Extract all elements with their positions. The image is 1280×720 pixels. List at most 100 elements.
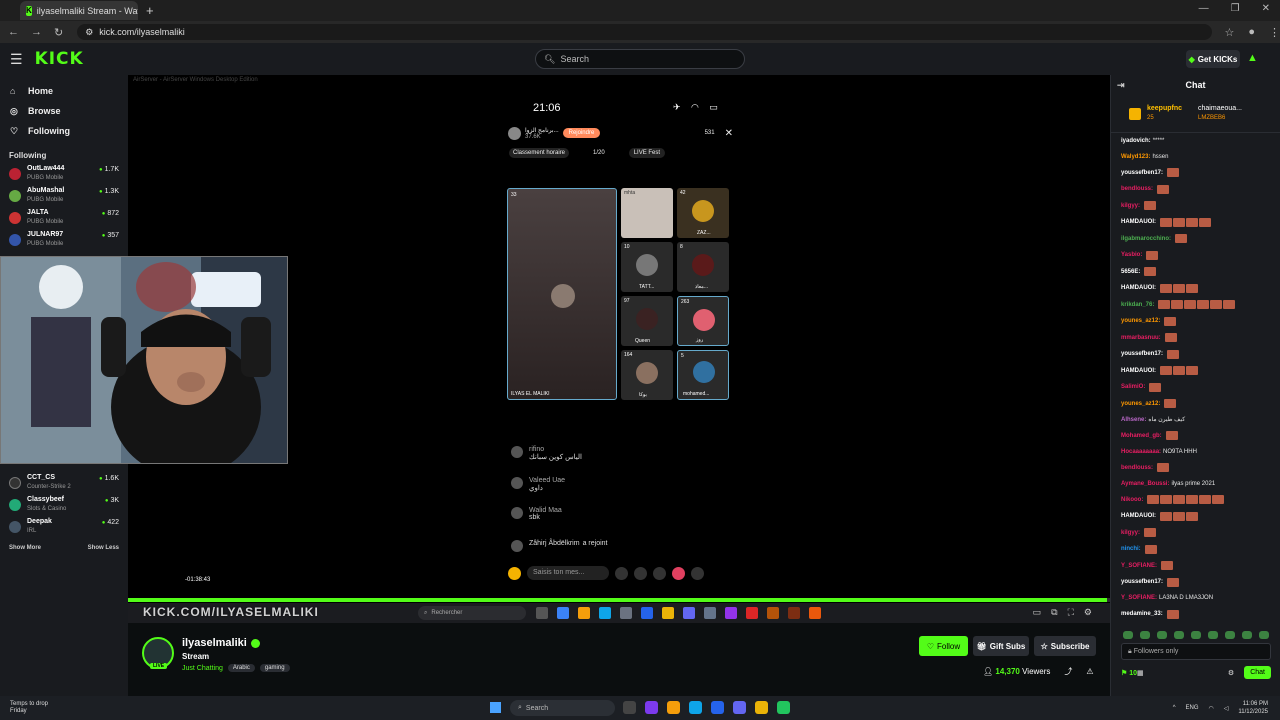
forward-icon[interactable]: →: [31, 26, 42, 38]
pip-icon[interactable]: ⧉: [1051, 607, 1057, 618]
chat-username[interactable]: HAMDAUOI:: [1121, 512, 1156, 520]
chat-username[interactable]: younes_az12:: [1121, 400, 1160, 408]
emote-icon[interactable]: [1140, 631, 1150, 639]
get-kicks-button[interactable]: ◆ Get KICKs: [1186, 50, 1240, 68]
collapse-chat-icon[interactable]: ⇥: [1117, 80, 1125, 91]
chat-username[interactable]: Nikooo:: [1121, 496, 1143, 504]
input-language[interactable]: ENG: [1186, 705, 1199, 711]
chat-username[interactable]: Walyd123:: [1121, 153, 1150, 161]
report-icon[interactable]: ⚠: [1086, 667, 1093, 676]
emote-icon[interactable]: [1157, 631, 1167, 639]
channel-points[interactable]: ⚑ 10: [1121, 669, 1137, 677]
minimize-icon[interactable]: —: [1199, 3, 1209, 14]
send-chat-button[interactable]: Chat: [1244, 666, 1271, 679]
emote-icon[interactable]: [1191, 631, 1201, 639]
close-icon[interactable]: ✕: [1262, 3, 1270, 14]
chat-username[interactable]: Y_SOFIANE:: [1121, 594, 1157, 602]
system-clock[interactable]: 11:06 PM 11/12/2025: [1238, 700, 1268, 716]
followed-channel[interactable]: AbuMashal PUBG Mobile 1.3K: [0, 186, 128, 208]
bookmark-star-icon[interactable]: ☆: [1224, 26, 1234, 39]
chat-input[interactable]: 🔒︎ Followers only: [1121, 643, 1271, 660]
chat-username[interactable]: iyadovich:: [1121, 137, 1151, 145]
chat-username[interactable]: Yasbio:: [1121, 251, 1142, 259]
maximize-icon[interactable]: ❐: [1231, 3, 1240, 14]
chat-username[interactable]: HAMDAUOI:: [1121, 284, 1156, 292]
kick-logo[interactable]: KICK: [35, 49, 84, 69]
task-view-icon[interactable]: [623, 701, 636, 714]
nav-browse[interactable]: ◎ Browse: [0, 101, 128, 121]
chat-username[interactable]: Y_SOFIANE:: [1121, 562, 1157, 570]
tray-chevron-icon[interactable]: ^: [1173, 705, 1176, 711]
back-icon[interactable]: ←: [8, 26, 19, 38]
followed-channel[interactable]: CCT_CS Counter-Strike 2 1.6K: [0, 473, 128, 495]
app-icon[interactable]: [733, 701, 746, 714]
show-less-button[interactable]: Show Less: [88, 545, 119, 551]
url-field[interactable]: ⚙ kick.com/ilyaselmaliki: [77, 24, 1213, 40]
file-explorer-icon[interactable]: [667, 701, 680, 714]
gift-subs-button[interactable]: 🎁︎ Gift Subs: [973, 636, 1029, 656]
edge-icon[interactable]: [689, 701, 702, 714]
chat-username[interactable]: ilgabmarocchino:: [1121, 235, 1171, 243]
share-icon[interactable]: ⤴: [1064, 666, 1072, 677]
emote-icon[interactable]: [1242, 631, 1252, 639]
followed-channel[interactable]: Deepak IRL 422: [0, 517, 128, 539]
followed-channel[interactable]: Classybeef Slots & Casino 3K: [0, 495, 128, 517]
chat-username[interactable]: kilgyy:: [1121, 202, 1140, 210]
chat-username[interactable]: Hocaaaaaaaa:: [1121, 448, 1161, 456]
chat-username[interactable]: bendlouss:: [1121, 464, 1153, 472]
app-icon[interactable]: [777, 701, 790, 714]
chat-username[interactable]: SalimiO:: [1121, 383, 1145, 391]
store-icon[interactable]: [711, 701, 724, 714]
chat-username[interactable]: bendlouss:: [1121, 185, 1153, 193]
second-gifter[interactable]: chaimaeoua... LMZBEB6: [1198, 104, 1242, 123]
nav-home[interactable]: ⌂ Home: [0, 81, 128, 101]
windows-search[interactable]: ⌕ Search: [510, 700, 615, 716]
chat-username[interactable]: ninchi:: [1121, 545, 1141, 553]
theater-mode-icon[interactable]: ▭: [1033, 607, 1042, 618]
weather-widget[interactable]: Temps to drop Friday: [10, 701, 48, 715]
progress-bar[interactable]: [128, 598, 1110, 602]
new-tab-icon[interactable]: +: [146, 3, 154, 18]
chat-settings-gear-icon[interactable]: ⚙: [1228, 669, 1234, 677]
chat-username[interactable]: krikdan_76:: [1121, 301, 1154, 309]
copilot-icon[interactable]: [645, 701, 658, 714]
chat-username[interactable]: younes_az12:: [1121, 317, 1160, 325]
wifi-icon[interactable]: ◠: [1209, 705, 1214, 712]
browser-tab[interactable]: K ilyaselmaliki Stream - Wat...: [20, 1, 138, 20]
fullscreen-icon[interactable]: ⛶: [1068, 607, 1074, 618]
emote-icon[interactable]: [1259, 631, 1269, 639]
chat-username[interactable]: medamine_33:: [1121, 610, 1163, 618]
nav-following[interactable]: ♡ Following: [0, 121, 128, 141]
reload-icon[interactable]: ↻: [54, 26, 63, 39]
hamburger-menu-icon[interactable]: ☰: [10, 51, 23, 68]
chat-username[interactable]: youssefben17:: [1121, 350, 1163, 358]
followed-channel[interactable]: JALTA PUBG Mobile 872: [0, 208, 128, 230]
chat-username[interactable]: kilgyy:: [1121, 529, 1140, 537]
search-input[interactable]: 🔍︎ Search: [535, 49, 745, 69]
follow-button[interactable]: ♡ Follow: [919, 636, 968, 656]
chat-username[interactable]: 5656E:: [1121, 268, 1140, 276]
top-gifter[interactable]: keepupfnc 25: [1147, 104, 1182, 123]
emote-icon[interactable]: [1174, 631, 1184, 639]
tree-icon[interactable]: ▲: [1247, 52, 1258, 64]
settings-gear-icon[interactable]: ⚙: [1084, 607, 1092, 618]
tag-arabic[interactable]: Arabic: [227, 664, 255, 672]
windows-start-icon[interactable]: [490, 702, 501, 713]
volume-icon[interactable]: ◁: [1224, 705, 1229, 712]
stream-category[interactable]: Just Chatting: [182, 665, 223, 672]
show-more-button[interactable]: Show More: [9, 545, 41, 551]
site-info-icon[interactable]: ⚙: [85, 27, 93, 38]
profile-icon[interactable]: ●: [1248, 26, 1255, 39]
followed-channel[interactable]: JULNAR97 PUBG Mobile 357: [0, 230, 128, 252]
tag-gaming[interactable]: gaming: [259, 664, 290, 672]
calendar-icon[interactable]: ▦: [1137, 669, 1144, 677]
channel-name[interactable]: ilyaselmaliki: [182, 637, 247, 649]
emote-icon[interactable]: [1225, 631, 1235, 639]
followed-channel[interactable]: OutLaw444 PUBG Mobile 1.7K: [0, 164, 128, 186]
menu-dots-icon[interactable]: ⋮: [1269, 26, 1280, 39]
chat-username[interactable]: Alhsene:: [1121, 416, 1146, 424]
chat-username[interactable]: HAMDAUOI:: [1121, 367, 1156, 375]
chat-username[interactable]: HAMDAUOI:: [1121, 218, 1156, 226]
subscribe-button[interactable]: ☆ Subscribe: [1034, 636, 1096, 656]
chat-username[interactable]: youssefben17:: [1121, 169, 1163, 177]
